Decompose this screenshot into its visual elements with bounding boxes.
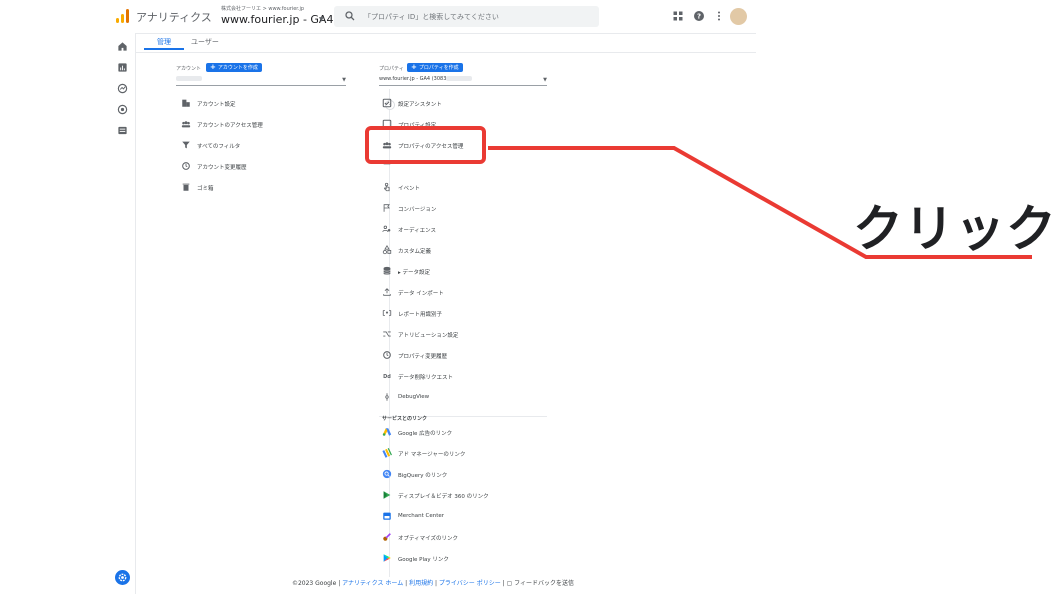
- highlight-box: [365, 126, 486, 164]
- click-annotation-text: クリック: [853, 200, 1055, 258]
- callout-line: [488, 146, 1032, 259]
